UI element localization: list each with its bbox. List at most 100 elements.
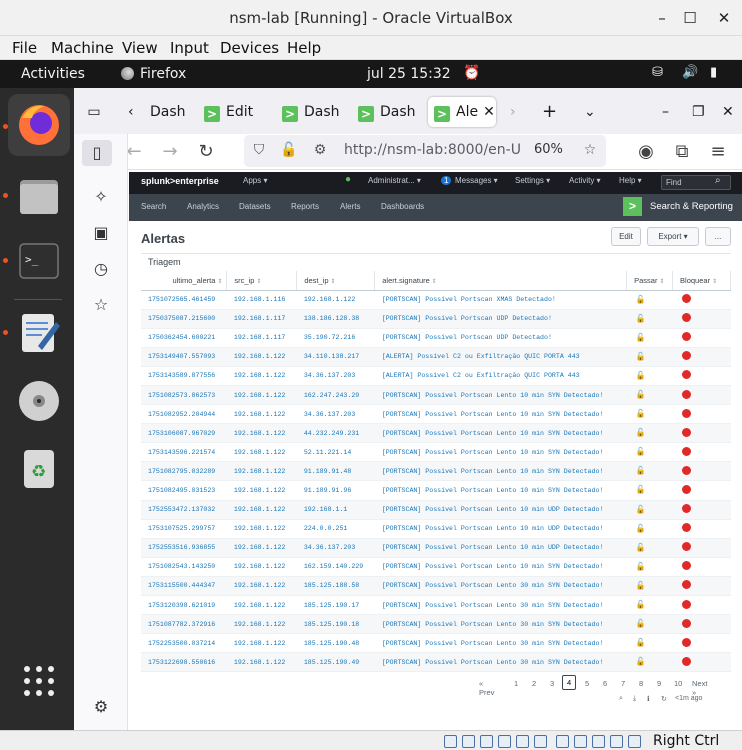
cell-ultimo-alerta[interactable]: 1751072565.461459: [141, 290, 227, 310]
mouse-integration-icon[interactable]: [610, 735, 623, 748]
usb-status-icon[interactable]: [516, 735, 529, 748]
cell-alert-signature[interactable]: [PORTSCAN] Possível Portscan Lento 10 mi…: [374, 480, 627, 501]
block-icon[interactable]: [672, 576, 731, 597]
active-app-indicator[interactable]: Firefox: [121, 66, 186, 82]
close-tab-icon[interactable]: ✕: [483, 104, 495, 120]
block-icon[interactable]: [672, 614, 731, 635]
cell-dest-ip[interactable]: 34.110.138.217: [296, 347, 375, 367]
cell-ultimo-alerta[interactable]: 1752553516.936855: [141, 538, 227, 558]
table-row[interactable]: 1751087782.372916 192.168.1.122 185.125.19…: [141, 614, 731, 635]
tab-4[interactable]: > Dash: [358, 97, 416, 127]
tab-list-icon[interactable]: ⌄: [584, 97, 596, 127]
cell-dest-ip[interactable]: 91.189.91.48: [296, 461, 375, 482]
cell-dest-ip[interactable]: 185.125.188.58: [296, 576, 375, 597]
nav-reports[interactable]: Reports: [291, 202, 319, 211]
sidebar-toggle-icon[interactable]: ▯: [82, 140, 112, 166]
block-icon[interactable]: [672, 557, 731, 577]
block-icon[interactable]: [672, 347, 731, 367]
page-10[interactable]: 10: [674, 679, 682, 688]
table-row[interactable]: 1751072565.461459 192.168.1.116 192.168.1.…: [141, 290, 731, 310]
table-row[interactable]: 1751082495.031523 192.168.1.122 91.189.91.…: [141, 480, 731, 501]
tab-2[interactable]: > Edit: [204, 97, 253, 127]
cell-alert-signature[interactable]: [PORTSCAN] Possível Portscan Lento 30 mi…: [374, 633, 627, 654]
cell-dest-ip[interactable]: 192.168.1.122: [296, 290, 375, 310]
prev-page-button[interactable]: « Prev: [479, 679, 494, 697]
cell-ultimo-alerta[interactable]: 1751082495.031523: [141, 480, 227, 501]
block-icon[interactable]: [672, 423, 731, 444]
settings-menu[interactable]: Settings ▾: [515, 176, 550, 185]
optical-status-icon[interactable]: [462, 735, 475, 748]
terminal-dock-item[interactable]: >_: [8, 230, 70, 292]
menu-devices[interactable]: Devices: [220, 39, 279, 57]
zoom-level[interactable]: 60%: [528, 139, 569, 160]
messages-menu[interactable]: Messages ▾: [455, 176, 498, 185]
table-row[interactable]: 1753143596.221574 192.168.1.122 52.11.221.…: [141, 442, 731, 463]
cell-src-ip[interactable]: 192.168.1.122: [226, 557, 297, 577]
block-icon[interactable]: [672, 366, 731, 386]
table-row[interactable]: 1752553472.137032 192.168.1.122 192.168.1.…: [141, 500, 731, 520]
cell-alert-signature[interactable]: [PORTSCAN] Possível Portscan UDP Detecta…: [374, 309, 627, 329]
cell-alert-signature[interactable]: [PORTSCAN] Possível Portscan Lento 10 mi…: [374, 442, 627, 463]
table-row[interactable]: 1751082795.032289 192.168.1.122 91.189.91.…: [141, 461, 731, 482]
cell-alert-signature[interactable]: [PORTSCAN] Possível Portscan Lento 10 mi…: [374, 557, 627, 577]
tab-1[interactable]: Dash: [150, 97, 186, 127]
cell-alert-signature[interactable]: [PORTSCAN] Possível Portscan Lento 10 mi…: [374, 538, 627, 558]
cell-dest-ip[interactable]: 44.232.249.231: [296, 423, 375, 444]
cell-ultimo-alerta[interactable]: 1751082573.862573: [141, 385, 227, 406]
table-row[interactable]: 1751082573.862573 192.168.1.122 162.247.24…: [141, 385, 731, 406]
unlock-icon[interactable]: 🔓: [626, 614, 673, 635]
cell-src-ip[interactable]: 192.168.1.122: [226, 385, 297, 406]
unlock-icon[interactable]: 🔓: [626, 366, 673, 386]
cell-src-ip[interactable]: 192.168.1.122: [226, 595, 297, 616]
splunk-logo[interactable]: splunk>enterprise: [141, 176, 219, 186]
permissions-icon[interactable]: ⚙: [310, 140, 330, 160]
table-row[interactable]: 1753120398.621019 192.168.1.122 185.125.19…: [141, 595, 731, 616]
unlock-icon[interactable]: 🔓: [626, 442, 673, 463]
tab-3[interactable]: > Dash: [282, 97, 340, 127]
unlock-icon[interactable]: 🔓: [626, 538, 673, 558]
block-icon[interactable]: [672, 480, 731, 501]
col-passar[interactable]: Passar ⇕: [626, 271, 674, 291]
restore-icon[interactable]: ❐: [692, 97, 705, 127]
unlock-icon[interactable]: 🔓: [626, 347, 673, 367]
bookmarks-icon[interactable]: ☆: [90, 294, 112, 316]
synced-tabs-icon[interactable]: ▣: [90, 222, 112, 244]
health-ok-icon[interactable]: ●: [345, 174, 351, 185]
cell-src-ip[interactable]: 192.168.1.122: [226, 500, 297, 520]
unlock-icon[interactable]: 🔓: [626, 595, 673, 616]
cell-dest-ip[interactable]: 52.11.221.14: [296, 442, 375, 463]
table-row[interactable]: 1753115500.444347 192.168.1.122 185.125.18…: [141, 576, 731, 597]
cell-dest-ip[interactable]: 91.189.91.96: [296, 480, 375, 501]
cell-src-ip[interactable]: 192.168.1.122: [226, 461, 297, 482]
cell-dest-ip[interactable]: 162.159.140.229: [296, 557, 375, 577]
shield-icon[interactable]: ⛉: [249, 140, 269, 160]
url-text[interactable]: http://nsm-lab:8000/en-U: [344, 142, 521, 158]
cell-dest-ip[interactable]: 192.168.1.1: [296, 500, 375, 520]
table-row[interactable]: 1753122698.550616 192.168.1.122 185.125.19…: [141, 652, 731, 673]
forward-icon[interactable]: →: [158, 140, 182, 164]
cell-ultimo-alerta[interactable]: 1753122698.550616: [141, 652, 227, 673]
table-row[interactable]: 1753106087.967029 192.168.1.122 44.232.249…: [141, 423, 731, 444]
search-icon[interactable]: ⌕: [619, 695, 623, 703]
unlock-icon[interactable]: 🔓: [626, 500, 673, 520]
export-icon[interactable]: ⤓: [633, 695, 636, 703]
volume-icon[interactable]: 🔊: [682, 65, 698, 80]
shared-folder-status-icon[interactable]: [534, 735, 547, 748]
close-browser-icon[interactable]: ✕: [722, 97, 734, 127]
cell-ultimo-alerta[interactable]: 1751082795.032289: [141, 461, 227, 482]
audio-status-icon[interactable]: [480, 735, 493, 748]
cell-src-ip[interactable]: 192.168.1.122: [226, 633, 297, 654]
cell-ultimo-alerta[interactable]: 1750375087.215600: [141, 309, 227, 329]
cell-alert-signature[interactable]: [PORTSCAN] Possível Portscan Lento 10 mi…: [374, 385, 627, 406]
cell-ultimo-alerta[interactable]: 1753107525.299757: [141, 519, 227, 539]
page-5[interactable]: 5: [585, 679, 589, 688]
files-dock-item[interactable]: [8, 166, 70, 228]
reload-icon[interactable]: ↻: [194, 140, 218, 164]
nav-alerts[interactable]: Alerts: [340, 202, 360, 211]
cell-dest-ip[interactable]: 34.36.137.203: [296, 404, 375, 425]
unlock-icon[interactable]: 🔓: [626, 576, 673, 597]
minimize-icon[interactable]: –: [662, 97, 669, 127]
table-row[interactable]: 1752253500.037214 192.168.1.122 185.125.19…: [141, 633, 731, 654]
activity-menu[interactable]: Activity ▾: [569, 176, 601, 185]
cell-alert-signature[interactable]: [PORTSCAN] Possível Portscan Lento 30 mi…: [374, 652, 627, 673]
